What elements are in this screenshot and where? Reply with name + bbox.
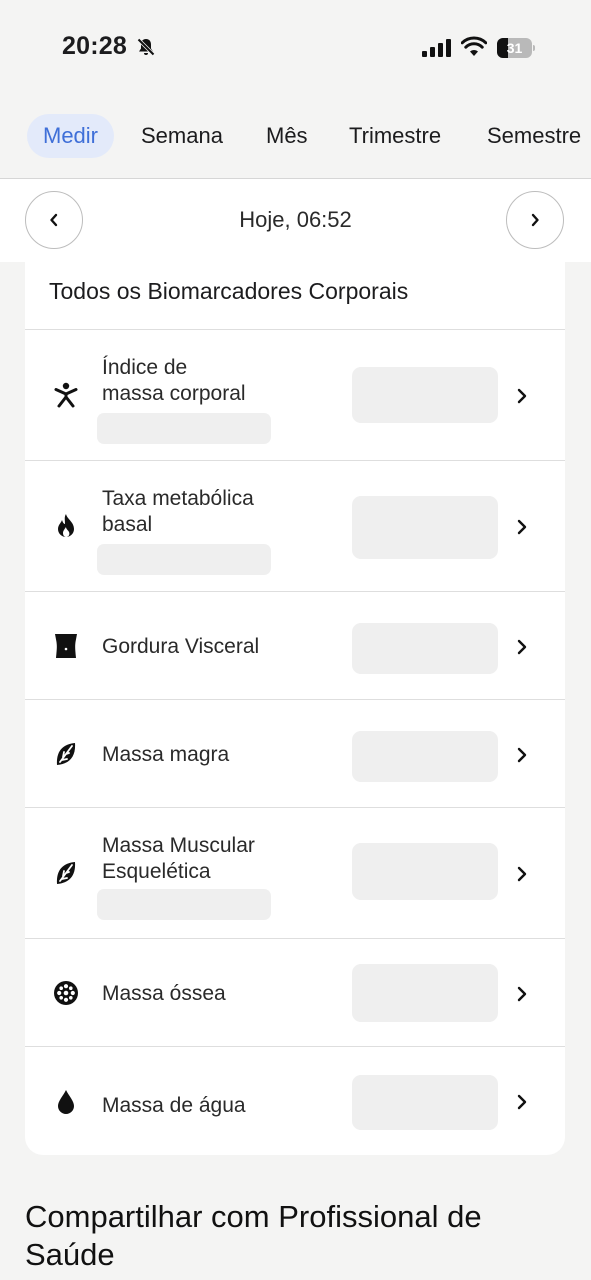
biomarker-value-placeholder	[352, 843, 498, 900]
biomarker-label: Massa Muscular Esquelética	[102, 834, 255, 883]
biomarker-label: Taxa metabólica basal	[102, 487, 254, 536]
biomarker-label: Gordura Visceral	[102, 635, 260, 658]
chevron-right-icon	[531, 213, 539, 227]
biomarker-sub-placeholder	[97, 889, 271, 920]
biomarker-row-water-mass[interactable]: Massa de água	[25, 1047, 565, 1155]
tab-medir[interactable]: Medir	[27, 114, 115, 158]
current-date-label: Hoje, 06:52	[239, 207, 352, 232]
flame-icon	[58, 514, 74, 537]
share-section-title: Compartilhar com Profissional de Saúde	[25, 1199, 482, 1272]
biomarker-row-bone-mass[interactable]: Massa óssea	[25, 939, 565, 1047]
chevron-right-icon	[517, 866, 527, 882]
card-title: Todos os Biomarcadores Corporais	[49, 278, 409, 304]
biomarker-value-placeholder	[352, 496, 498, 559]
date-navigator: Hoje, 06:52	[0, 179, 591, 262]
leaf-icon	[56, 862, 76, 884]
period-tabs: Medir Semana Mês Trimestre Semestre	[0, 108, 591, 162]
tab-mes[interactable]: Mês	[250, 114, 324, 158]
wifi-icon	[461, 36, 487, 56]
biomarker-value-placeholder	[352, 367, 498, 423]
chevron-right-icon	[517, 519, 527, 535]
chevron-right-icon	[517, 747, 527, 763]
biomarker-row-bmi[interactable]: Índice de massa corporal	[25, 330, 565, 461]
biomarker-value-placeholder	[352, 964, 498, 1022]
biomarker-label: Massa de água	[102, 1094, 246, 1117]
tab-semana[interactable]: Semana	[125, 114, 239, 158]
biomarker-sub-placeholder	[97, 544, 271, 575]
bone-density-icon	[54, 981, 78, 1005]
biomarker-row-bmr[interactable]: Taxa metabólica basal	[25, 461, 565, 592]
bell-off-icon	[137, 38, 155, 56]
biomarker-value-placeholder	[352, 731, 498, 782]
tab-trimestre[interactable]: Trimestre	[333, 114, 457, 158]
status-bar: 20:28 31	[0, 0, 591, 96]
biomarker-label: Índice de massa corporal	[102, 356, 246, 405]
next-day-button[interactable]	[506, 191, 564, 249]
person-icon	[54, 382, 78, 408]
leaf-icon	[56, 743, 76, 765]
chevron-right-icon	[517, 388, 527, 404]
chevron-right-icon	[517, 986, 527, 1002]
water-drop-icon	[58, 1090, 74, 1114]
biomarker-label: Massa óssea	[102, 982, 226, 1005]
battery-text: 31	[506, 40, 523, 56]
biomarker-label: Massa magra	[102, 743, 230, 766]
biomarker-sub-placeholder	[97, 413, 271, 444]
chevron-right-icon	[517, 639, 527, 655]
tab-semestre[interactable]: Semestre	[471, 114, 591, 158]
biomarker-row-lean-mass[interactable]: Massa magra	[25, 700, 565, 808]
cellular-signal-icon	[422, 39, 451, 57]
status-time: 20:28	[62, 32, 127, 60]
battery-indicator: 31	[497, 38, 535, 58]
biomarker-row-skeletal-muscle[interactable]: Massa Muscular Esquelética	[25, 808, 565, 939]
biomarker-value-placeholder	[352, 1075, 498, 1130]
biomarkers-card: Todos os Biomarcadores Corporais Índice …	[25, 262, 565, 1155]
biomarker-row-visceral-fat[interactable]: Gordura Visceral	[25, 592, 565, 700]
chevron-right-icon	[517, 1094, 527, 1110]
biomarker-value-placeholder	[352, 623, 498, 674]
waist-icon	[55, 634, 77, 658]
